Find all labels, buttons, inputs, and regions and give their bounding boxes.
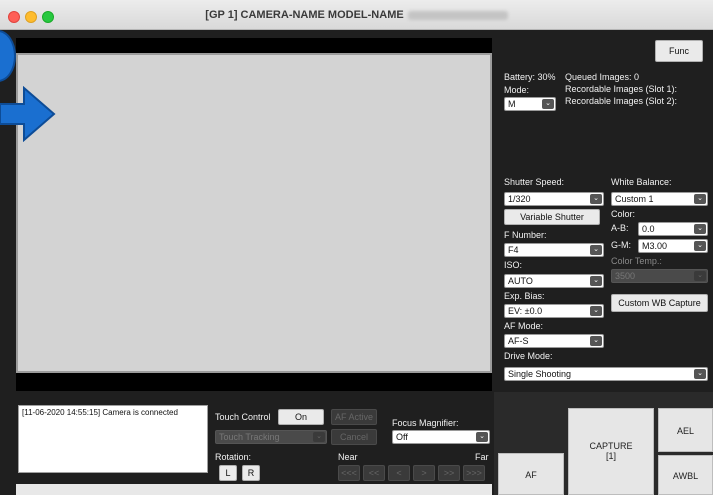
ab-value: 0.0 [642,224,655,234]
bottom-status-strip [16,484,492,495]
focus-step-row: <<< << < > >> >>> [338,465,488,481]
blue-circle-shape [0,30,16,82]
chevron-down-icon: ⌄ [694,369,706,379]
window-title-text: [GP 1] CAMERA-NAME MODEL-NAME [205,9,404,21]
iso-value: AUTO [508,276,533,286]
chevron-down-icon: ⌄ [694,194,706,204]
touch-control-label: Touch Control [215,412,271,422]
iso-label: ISO: [504,260,523,270]
white-balance-value: Custom 1 [615,194,654,204]
chevron-down-icon: ⌄ [590,306,602,316]
arrow-right-icon [0,86,56,142]
color-temp-value: 3500 [615,271,636,281]
chevron-down-icon: ⌄ [590,194,602,204]
log-line: [11-06-2020 14:55:15] Camera is connecte… [22,408,178,417]
mode-label: Mode: [504,85,530,95]
focus-near-label: Near [338,452,358,462]
focus-near-3-button[interactable]: <<< [338,465,360,481]
preview-bottom-band [16,373,492,391]
awbl-button[interactable]: AWBL [658,455,713,495]
capture-count: [1] [605,451,616,461]
rotate-right-button[interactable]: R [242,465,260,481]
f-number-value: F4 [508,245,519,255]
recordable-slot1: Recordable Images (Slot 1): [565,84,678,94]
app-window: [GP 1] CAMERA-NAME MODEL-NAME Func Batte… [0,0,713,495]
recordable-slot2: Recordable Images (Slot 2): [565,96,678,106]
gm-label: G-M: [611,240,631,250]
focus-magnifier-select[interactable]: Off ⌄ [392,430,490,444]
capture-label: CAPTURE [589,441,633,451]
chevron-down-icon: ⌄ [590,276,602,286]
chevron-down-icon: ⌄ [694,241,706,251]
ab-label: A-B: [611,223,629,233]
af-mode-select[interactable]: AF-S ⌄ [504,334,604,348]
focus-near-2-button[interactable]: << [363,465,385,481]
queued-images: Queued Images: 0 [565,72,640,82]
live-view-preview[interactable] [16,53,492,373]
shutter-speed-label: Shutter Speed: [504,177,565,187]
redacted-serial [407,10,508,20]
mode-value: M [508,99,516,109]
preview-top-band [16,38,492,53]
func-button[interactable]: Func [655,40,703,62]
ael-button[interactable]: AEL [658,408,713,452]
af-mode-value: AF-S [508,336,529,346]
f-number-label: F Number: [504,230,547,240]
af-mode-label: AF Mode: [504,321,544,331]
custom-wb-capture-button[interactable]: Custom WB Capture [611,294,708,312]
capture-button[interactable]: CAPTURE [1] [568,408,654,495]
chevron-down-icon: ⌄ [313,432,325,442]
exp-bias-select[interactable]: EV: ±0.0 ⌄ [504,304,604,318]
drive-mode-select[interactable]: Single Shooting ⌄ [504,367,708,381]
rotate-left-button[interactable]: L [219,465,237,481]
touch-cancel-button[interactable]: Cancel [331,429,377,445]
focus-far-3-button[interactable]: >>> [463,465,485,481]
ab-select[interactable]: 0.0 ⌄ [638,222,708,236]
chevron-down-icon: ⌄ [694,224,706,234]
color-label: Color: [611,209,636,219]
shutter-speed-select[interactable]: 1/320 ⌄ [504,192,604,206]
log-panel: [11-06-2020 14:55:15] Camera is connecte… [18,405,208,473]
drive-mode-value: Single Shooting [508,369,572,379]
chevron-down-icon: ⌄ [476,432,488,442]
color-temp-select[interactable]: 3500 ⌄ [611,269,708,283]
gm-value: M3.00 [642,241,668,251]
touch-tracking-value: Touch Tracking [219,432,280,442]
focus-near-1-button[interactable]: < [388,465,410,481]
chevron-down-icon: ⌄ [590,245,602,255]
shutter-speed-value: 1/320 [508,194,531,204]
title-bar: [GP 1] CAMERA-NAME MODEL-NAME [0,0,713,30]
f-number-select[interactable]: F4 ⌄ [504,243,604,257]
chevron-down-icon: ⌄ [542,99,554,109]
exp-bias-label: Exp. Bias: [504,291,545,301]
mode-select[interactable]: M ⌄ [504,97,556,111]
white-balance-label: White Balance: [611,177,672,187]
chevron-down-icon: ⌄ [694,271,706,281]
variable-shutter-button[interactable]: Variable Shutter [504,209,600,225]
focus-far-label: Far [475,452,489,462]
window-title: [GP 1] CAMERA-NAME MODEL-NAME [0,0,713,30]
iso-select[interactable]: AUTO ⌄ [504,274,604,288]
af-active-button[interactable]: AF Active [331,409,377,425]
battery-status: Battery: 30% [504,72,556,82]
chevron-down-icon: ⌄ [590,336,602,346]
focus-far-2-button[interactable]: >> [438,465,460,481]
gm-select[interactable]: M3.00 ⌄ [638,239,708,253]
focus-far-1-button[interactable]: > [413,465,435,481]
color-temp-label: Color Temp.: [611,256,662,266]
af-button[interactable]: AF [498,453,564,495]
drive-mode-label: Drive Mode: [504,351,553,361]
white-balance-select[interactable]: Custom 1 ⌄ [611,192,708,206]
exp-bias-value: EV: ±0.0 [508,306,543,316]
focus-magnifier-value: Off [396,432,408,442]
touch-on-button[interactable]: On [278,409,324,425]
touch-tracking-select[interactable]: Touch Tracking ⌄ [215,430,327,444]
rotation-label: Rotation: [215,452,252,462]
focus-magnifier-label: Focus Magnifier: [392,418,459,428]
